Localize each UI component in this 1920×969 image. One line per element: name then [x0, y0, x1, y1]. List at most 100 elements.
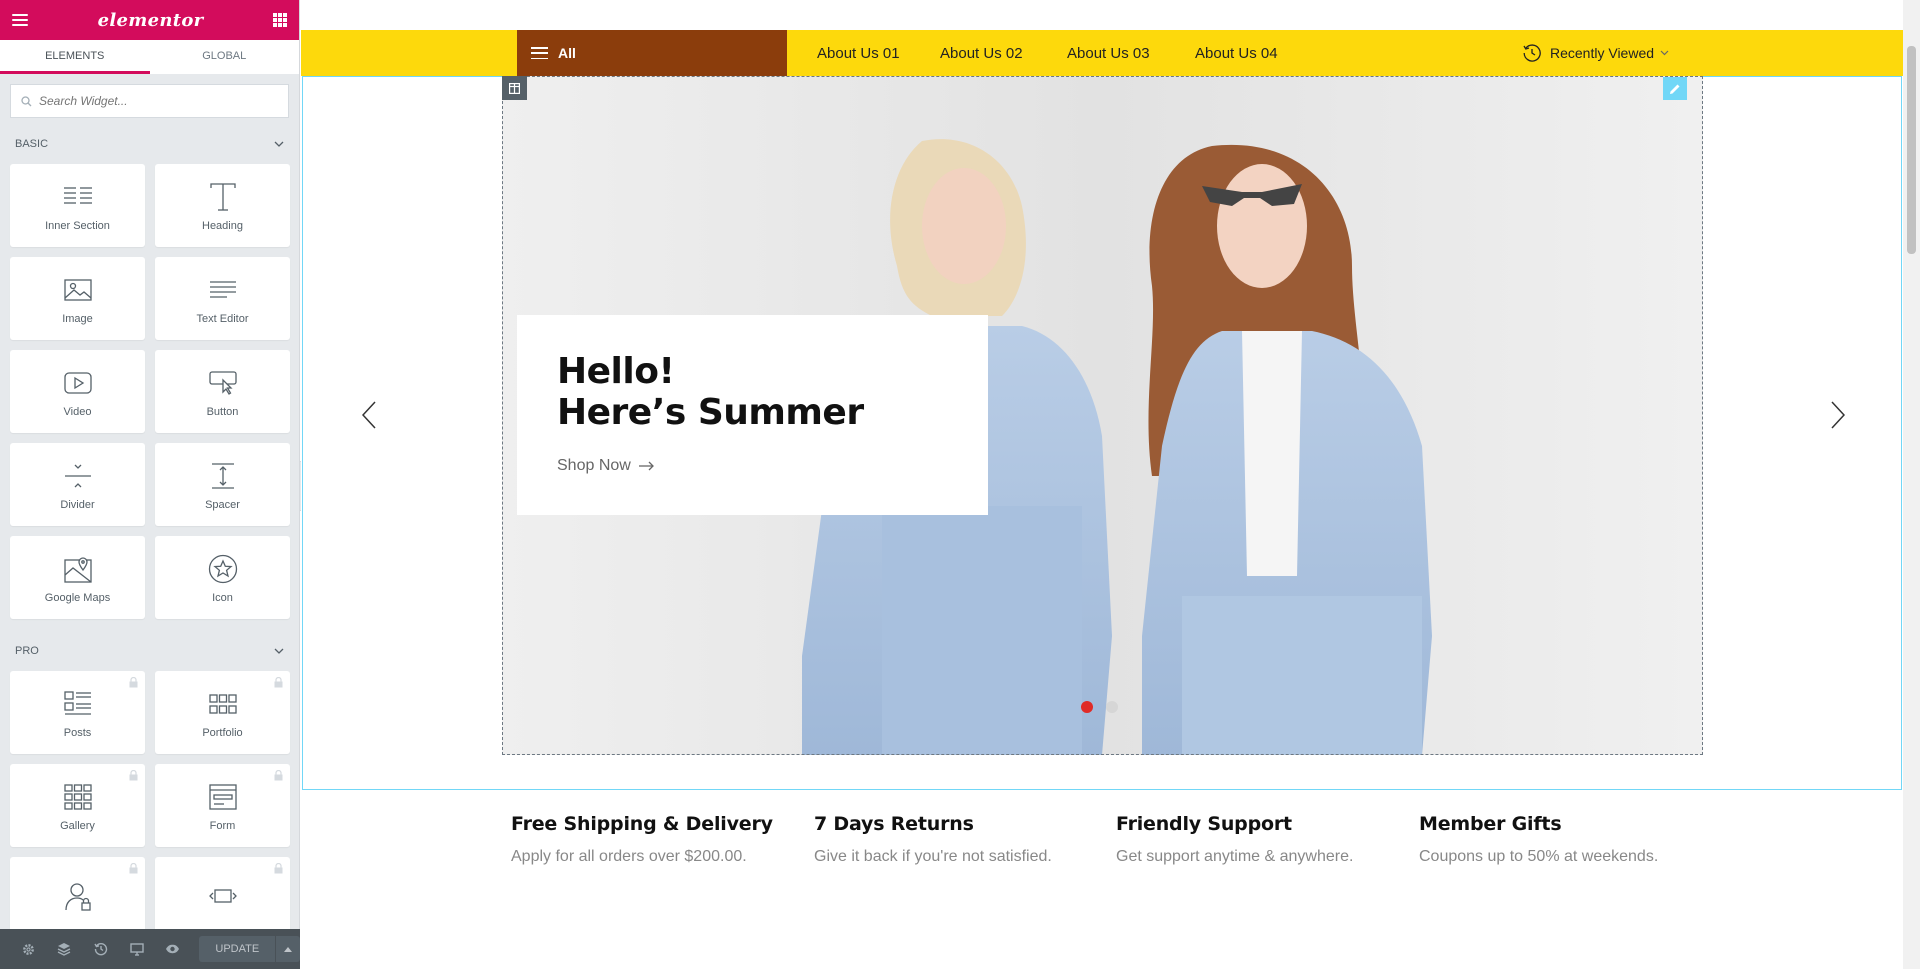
column-handle[interactable]	[502, 76, 527, 100]
widget-label: Posts	[63, 726, 92, 739]
navigator-button[interactable]	[46, 929, 82, 969]
search-widget-input[interactable]	[39, 94, 269, 108]
update-options-button[interactable]	[276, 936, 300, 962]
form-icon	[208, 783, 237, 810]
feature-free-shipping: Free Shipping & Delivery Apply for all o…	[511, 813, 773, 866]
feature-text: Give it back if you're not satisfied.	[814, 848, 1052, 865]
category-basic[interactable]: BASIC	[0, 124, 299, 164]
chevron-right-icon	[1831, 401, 1845, 429]
inner-section-icon	[63, 186, 92, 204]
widget-label: Text Editor	[196, 312, 249, 325]
eye-icon	[166, 944, 180, 954]
widget-label: Portfolio	[202, 726, 243, 739]
widget-button[interactable]: Button	[155, 350, 290, 433]
widget-portfolio[interactable]: Portfolio	[155, 671, 290, 754]
widget-icon[interactable]: Icon	[155, 536, 290, 619]
widget-heading[interactable]: Heading	[155, 164, 290, 247]
pencil-icon	[1670, 84, 1680, 94]
scrollbar-thumb[interactable]	[1907, 46, 1916, 254]
widget-login[interactable]	[10, 857, 145, 940]
widget-divider[interactable]: Divider	[10, 443, 145, 526]
widget-video[interactable]: Video	[10, 350, 145, 433]
all-categories-button[interactable]: All	[517, 30, 787, 76]
panel-footer: UPDATE	[0, 929, 300, 969]
widget-image[interactable]: Image	[10, 257, 145, 340]
feature-text: Get support anytime & anywhere.	[1116, 848, 1354, 865]
feature-support: Friendly Support Get support anytime & a…	[1116, 813, 1353, 866]
nav-link-about-us-02[interactable]: About Us 02	[940, 30, 1023, 76]
chevron-left-icon	[362, 401, 376, 429]
panel-header: elementor	[0, 0, 299, 40]
page-scrollbar[interactable]	[1903, 0, 1920, 969]
lock-icon	[129, 677, 138, 688]
tab-global[interactable]: GLOBAL	[150, 40, 300, 74]
settings-button[interactable]	[10, 929, 46, 969]
widget-google-maps[interactable]: Google Maps	[10, 536, 145, 619]
portfolio-icon	[208, 693, 237, 714]
slider-next-arrow[interactable]	[1826, 398, 1850, 432]
widget-label: Heading	[202, 219, 243, 232]
nav-link-about-us-03[interactable]: About Us 03	[1067, 30, 1150, 76]
tab-elements[interactable]: ELEMENTS	[0, 40, 150, 74]
preview-button[interactable]	[155, 929, 191, 969]
chevron-down-icon	[274, 648, 284, 654]
nav-link-about-us-01[interactable]: About Us 01	[817, 30, 900, 76]
widgets-grid-icon[interactable]	[273, 13, 287, 27]
star-icon	[208, 554, 237, 583]
lock-icon	[274, 677, 283, 688]
widget-label: Inner Section	[45, 219, 110, 232]
edit-widget-handle[interactable]	[1663, 77, 1687, 100]
panel-tabs: ELEMENTS GLOBAL	[0, 40, 299, 74]
login-icon	[64, 882, 91, 911]
widget-text-editor[interactable]: Text Editor	[155, 257, 290, 340]
feature-text: Coupons up to 50% at weekends.	[1419, 848, 1659, 865]
lock-icon	[274, 863, 283, 874]
feature-returns: 7 Days Returns Give it back if you're no…	[814, 813, 1052, 866]
all-label: All	[558, 45, 576, 61]
slider-dot-1-active[interactable]	[1081, 701, 1093, 713]
feature-text: Apply for all orders over $200.00.	[511, 848, 747, 865]
widget-gallery[interactable]: Gallery	[10, 764, 145, 847]
hero-caption: Hello! Here’s Summer Shop Now	[517, 315, 988, 515]
history-icon	[1523, 44, 1541, 62]
widget-posts[interactable]: Posts	[10, 671, 145, 754]
widget-search	[10, 84, 289, 118]
category-title: BASIC	[15, 138, 49, 150]
shop-now-link[interactable]: Shop Now	[557, 457, 988, 475]
widget-label: Form	[209, 819, 236, 832]
menu-icon[interactable]	[12, 14, 28, 26]
recently-viewed-dropdown[interactable]: Recently Viewed	[1522, 30, 1669, 76]
widget-label: Google Maps	[44, 591, 111, 604]
chevron-down-icon	[1660, 50, 1669, 56]
caret-up-icon	[284, 946, 293, 952]
basic-widgets: Inner Section Heading Image Text Editor …	[0, 164, 299, 619]
feature-title: 7 Days Returns	[814, 813, 974, 835]
desktop-icon	[130, 942, 144, 956]
menu-icon	[531, 47, 548, 59]
feature-title: Free Shipping & Delivery	[511, 813, 773, 835]
search-icon	[21, 95, 32, 106]
widget-inner-section[interactable]: Inner Section	[10, 164, 145, 247]
feature-title: Member Gifts	[1419, 813, 1562, 835]
nav-link-about-us-04[interactable]: About Us 04	[1195, 30, 1278, 76]
spacer-icon	[211, 462, 234, 489]
responsive-mode-button[interactable]	[119, 929, 155, 969]
widget-spacer[interactable]: Spacer	[155, 443, 290, 526]
widget-label: Spacer	[205, 498, 240, 511]
divider-icon	[64, 464, 91, 487]
update-button[interactable]: UPDATE	[199, 936, 276, 962]
slider-dot-2[interactable]	[1106, 701, 1118, 713]
feature-title: Friendly Support	[1116, 813, 1292, 835]
heading-icon	[209, 182, 236, 211]
widget-form[interactable]: Form	[155, 764, 290, 847]
widget-slides[interactable]	[155, 857, 290, 940]
elementor-panel: elementor ELEMENTS GLOBAL BASIC Inner Se…	[0, 0, 300, 969]
category-pro[interactable]: PRO	[0, 631, 299, 671]
widget-label: Button	[206, 405, 239, 418]
shop-now-label: Shop Now	[557, 457, 631, 474]
page-preview: All About Us 01 About Us 02 About Us 03 …	[301, 0, 1903, 969]
lock-icon	[129, 770, 138, 781]
history-button[interactable]	[82, 929, 118, 969]
slider-prev-arrow[interactable]	[357, 398, 381, 432]
lock-icon	[274, 770, 283, 781]
